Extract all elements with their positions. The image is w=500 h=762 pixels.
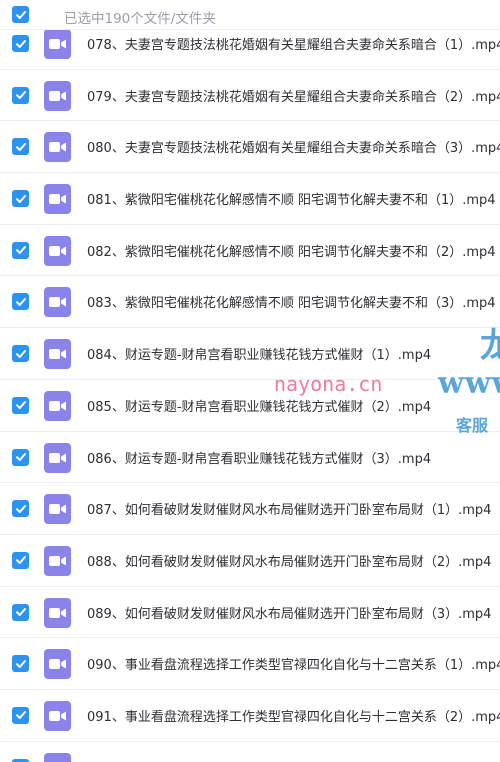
file-name[interactable]: 087、如何看破财发财催财风水布局催财选开门卧室布局财（1）.mp4 — [87, 499, 500, 518]
file-checkbox[interactable] — [12, 293, 29, 311]
video-camera-icon — [49, 504, 66, 515]
video-camera-icon — [49, 142, 66, 153]
file-name[interactable]: 079、夫妻宫专题技法桃花婚姻有关星耀组合夫妻命关系暗合（2）.mp4 — [87, 86, 500, 105]
checkmark-icon — [15, 556, 26, 565]
video-camera-icon — [49, 194, 66, 205]
file-row[interactable]: 085、财运专题-财帛宫看职业赚钱花钱方式催财（2）.mp4 — [0, 379, 500, 432]
selection-count-label: 已选中190个文件/文件夹 — [64, 11, 216, 27]
file-row[interactable]: 087、如何看破财发财催财风水布局催财选开门卧室布局财（1）.mp4 — [0, 483, 500, 535]
file-name[interactable]: 083、紫微阳宅催桃花化解感情不顺 阳宅调节化解夫妻不和（3）.mp4 — [87, 292, 500, 311]
video-file-icon — [44, 80, 71, 111]
video-camera-icon — [49, 400, 66, 411]
file-checkbox[interactable] — [12, 655, 29, 673]
file-name[interactable]: 082、紫微阳宅催桃花化解感情不顺 阳宅调节化解夫妻不和（2）.mp4 — [87, 241, 500, 260]
video-file-icon — [44, 132, 71, 163]
video-file-icon — [44, 700, 71, 731]
video-camera-icon — [49, 555, 66, 566]
file-row[interactable]: 082、紫微阳宅催桃花化解感情不顺 阳宅调节化解夫妻不和（2）.mp4 — [0, 224, 500, 277]
video-file-icon — [44, 390, 71, 421]
file-checkbox[interactable] — [12, 138, 29, 156]
video-file-icon — [44, 339, 71, 370]
video-file-icon — [44, 752, 71, 762]
video-camera-icon — [49, 452, 66, 463]
file-checkbox[interactable] — [12, 345, 29, 363]
video-file-icon — [44, 442, 71, 473]
video-camera-icon — [49, 659, 66, 670]
file-row[interactable]: 080、夫妻宫专题技法桃花婚姻有关星耀组合夫妻命关系暗合（3）.mp4 — [0, 121, 500, 174]
checkmark-icon — [15, 10, 26, 19]
checkmark-icon — [15, 91, 26, 100]
video-camera-icon — [49, 297, 66, 308]
video-file-icon — [44, 494, 71, 525]
checkmark-icon — [15, 608, 26, 617]
video-camera-icon — [49, 710, 66, 721]
file-name[interactable]: 085、财运专题-财帛宫看职业赚钱花钱方式催财（2）.mp4 — [87, 396, 500, 415]
file-name[interactable]: 091、事业看盘流程选择工作类型官禄四化自化与十二宫关系（2）.mp4 — [87, 706, 500, 725]
select-all-checkbox[interactable] — [12, 6, 29, 23]
file-row[interactable]: 079、夫妻宫专题技法桃花婚姻有关星耀组合夫妻命关系暗合（2）.mp4 — [0, 69, 500, 122]
file-row[interactable]: 091、事业看盘流程选择工作类型官禄四化自化与十二宫关系（2）.mp4 — [0, 689, 500, 742]
video-file-icon — [44, 545, 71, 576]
checkmark-icon — [15, 659, 26, 668]
file-name[interactable]: 086、财运专题-财帛宫看职业赚钱花钱方式催财（3）.mp4 — [87, 448, 500, 467]
file-row[interactable]: 090、事业看盘流程选择工作类型官禄四化自化与十二宫关系（1）.mp4 — [0, 638, 500, 690]
checkmark-icon — [15, 194, 26, 203]
file-name[interactable]: 090、事业看盘流程选择工作类型官禄四化自化与十二宫关系（1）.mp4 — [87, 654, 500, 673]
file-row[interactable] — [0, 741, 500, 762]
file-checkbox[interactable] — [12, 500, 29, 518]
file-row[interactable]: 084、财运专题-财帛宫看职业赚钱花钱方式催财（1）.mp4 — [0, 328, 500, 380]
checkmark-icon — [15, 453, 26, 461]
video-camera-icon — [49, 607, 66, 618]
file-row[interactable]: 083、紫微阳宅催桃花化解感情不顺 阳宅调节化解夫妻不和（3）.mp4 — [0, 276, 500, 329]
checkmark-icon — [15, 349, 26, 358]
file-checkbox[interactable] — [12, 448, 29, 466]
file-name[interactable]: 081、紫微阳宅催桃花化解感情不顺 阳宅调节化解夫妻不和（1）.mp4 — [87, 189, 500, 208]
checkmark-icon — [15, 711, 26, 720]
file-list: 078、夫妻宫专题技法桃花婚姻有关星耀组合夫妻命关系暗合（1）.mp4 079、夫… — [0, 18, 500, 762]
file-name[interactable]: 084、财运专题-财帛宫看职业赚钱花钱方式催财（1）.mp4 — [87, 344, 500, 363]
checkmark-icon — [15, 401, 26, 410]
checkmark-icon — [15, 142, 26, 151]
file-row[interactable]: 081、紫微阳宅催桃花化解感情不顺 阳宅调节化解夫妻不和（1）.mp4 — [0, 173, 500, 225]
file-checkbox[interactable] — [12, 241, 29, 259]
selection-header: 已选中190个文件/文件夹 — [0, 0, 500, 30]
checkmark-icon — [15, 504, 26, 513]
video-camera-icon — [49, 349, 66, 360]
checkmark-icon — [15, 246, 26, 255]
video-file-icon — [44, 235, 71, 266]
file-checkbox[interactable] — [12, 190, 29, 208]
file-row[interactable]: 088、如何看破财发财催财风水布局催财选开门卧室布局财（2）.mp4 — [0, 534, 500, 587]
video-camera-icon — [49, 39, 66, 49]
file-checkbox[interactable] — [12, 551, 29, 569]
checkmark-icon — [15, 297, 26, 306]
video-file-icon — [44, 649, 71, 680]
video-camera-icon — [49, 245, 66, 256]
file-name[interactable]: 089、如何看破财发财催财风水布局催财选开门卧室布局财（3）.mp4 — [87, 603, 500, 622]
file-name[interactable]: 078、夫妻宫专题技法桃花婚姻有关星耀组合夫妻命关系暗合（1）.mp4 — [87, 34, 500, 53]
video-file-icon — [44, 29, 71, 59]
video-camera-icon — [49, 90, 66, 101]
file-row[interactable]: 086、财运专题-财帛宫看职业赚钱花钱方式催财（3）.mp4 — [0, 431, 500, 484]
video-file-icon — [44, 184, 71, 215]
video-file-icon — [44, 597, 71, 628]
checkmark-icon — [15, 39, 26, 48]
video-file-icon — [44, 287, 71, 318]
file-name[interactable]: 088、如何看破财发财催财风水布局催财选开门卧室布局财（2）.mp4 — [87, 551, 500, 570]
file-checkbox[interactable] — [12, 603, 29, 621]
file-checkbox[interactable] — [12, 396, 29, 414]
file-checkbox[interactable] — [12, 758, 29, 762]
file-row[interactable]: 089、如何看破财发财催财风水布局催财选开门卧室布局财（3）.mp4 — [0, 586, 500, 639]
file-name[interactable]: 080、夫妻宫专题技法桃花婚姻有关星耀组合夫妻命关系暗合（3）.mp4 — [87, 137, 500, 156]
file-checkbox[interactable] — [12, 86, 29, 104]
file-checkbox[interactable] — [12, 706, 29, 724]
file-checkbox[interactable] — [12, 35, 29, 52]
